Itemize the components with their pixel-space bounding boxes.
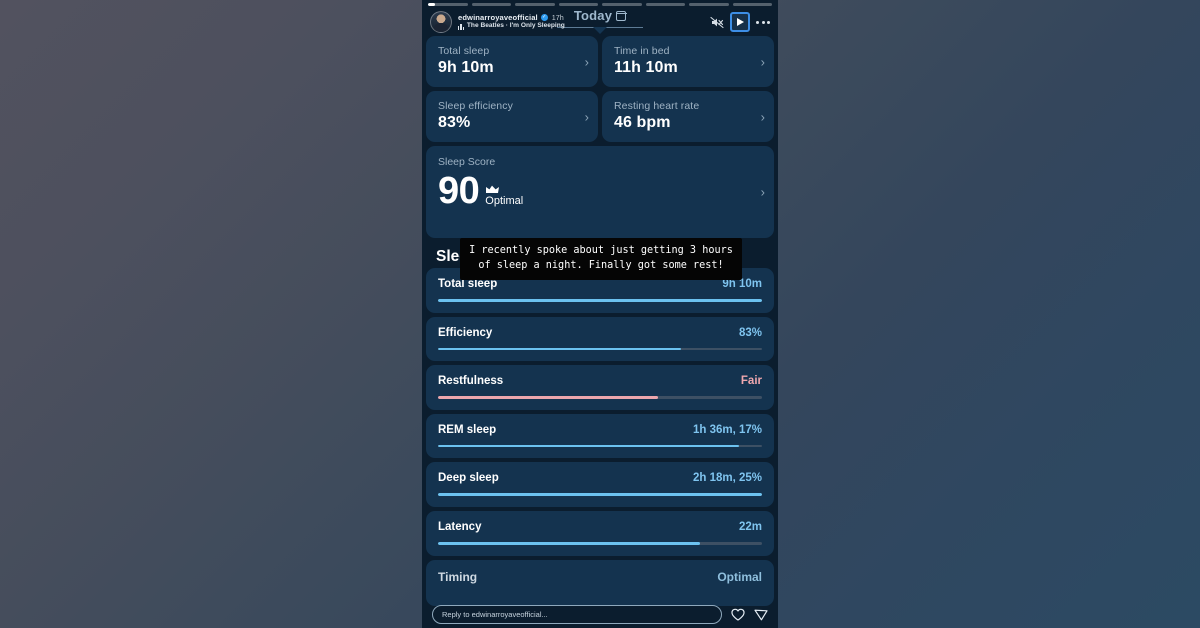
summary-card-value: 9h 10m (438, 59, 494, 76)
summary-card-value: 46 bpm (614, 114, 671, 131)
play-icon (737, 18, 745, 26)
metric-progress-bar (438, 396, 762, 399)
metric-progress-fill (438, 396, 659, 399)
more-options-icon[interactable] (756, 20, 770, 24)
metric-progress-fill (438, 299, 762, 302)
sleep-score-value: 90 (438, 170, 480, 212)
summary-card[interactable]: Sleep efficiency 83% › (426, 91, 598, 142)
summary-card-label: Sleep efficiency (438, 100, 513, 112)
story-progress-segment[interactable] (515, 3, 555, 6)
summary-card-row: Sleep efficiency 83% › Resting heart rate 46… (426, 91, 774, 142)
metric-row[interactable]: REM sleep 1h 36m, 17% (426, 413, 774, 459)
metric-progress-fill (438, 493, 762, 496)
metric-name: Total sleep (438, 278, 498, 290)
metric-value: 22m (738, 520, 762, 533)
chevron-right-icon: › (584, 109, 589, 124)
play-button[interactable] (730, 12, 750, 32)
reply-input[interactable]: Reply to edwinarroyaveofficial... (432, 605, 722, 624)
story-timestamp: 17h (551, 13, 564, 22)
metric-row[interactable]: Efficiency 83% (426, 316, 774, 362)
muted-speaker-icon[interactable] (710, 16, 724, 29)
metric-progress-fill (438, 541, 701, 545)
chevron-right-icon: › (760, 184, 765, 200)
heart-icon[interactable] (731, 608, 745, 621)
metric-progress-bar (438, 493, 762, 496)
timing-value: Optimal (717, 569, 762, 584)
metric-value: 2h 18m, 25% (692, 472, 762, 485)
send-icon[interactable] (754, 608, 768, 621)
summary-card-value: 11h 10m (614, 59, 678, 76)
metric-name: Deep sleep (438, 472, 499, 485)
summary-card-label: Time in bed (614, 45, 670, 57)
metric-row[interactable]: Deep sleep 2h 18m, 25% (426, 462, 774, 507)
metric-progress-bar (438, 541, 762, 545)
metric-value: 1h 36m, 17% (692, 423, 762, 436)
sleep-score-card[interactable]: Sleep Score 90 Optimal › (426, 146, 774, 238)
metric-name: Restfulness (438, 375, 504, 388)
story-progress-segment[interactable] (689, 3, 729, 6)
metric-list: Total sleep 9h 10m Efficiency 83% Restfulnes… (422, 268, 778, 556)
sleep-score-label: Sleep Score (438, 156, 496, 168)
summary-card[interactable]: Total sleep 9h 10m › (426, 36, 598, 87)
crown-icon (485, 185, 500, 194)
metric-progress-bar (438, 347, 762, 351)
verified-badge-icon: ✓ (540, 14, 548, 22)
summary-card-label: Resting heart rate (614, 100, 700, 112)
story-progress-segment[interactable] (645, 3, 685, 6)
instagram-story-viewer: edwinarroyaveofficial ✓ 17h The Beatles … (422, 0, 778, 628)
timing-label: Timing (438, 569, 478, 584)
screenshot-root: edwinarroyaveofficial ✓ 17h The Beatles … (0, 0, 1200, 628)
reply-placeholder: Reply to edwinarroyaveofficial... (442, 610, 548, 619)
metric-progress-fill (438, 347, 681, 351)
chevron-right-icon: › (760, 109, 765, 124)
metric-progress-fill (438, 444, 740, 448)
story-progress-segment[interactable] (602, 3, 642, 6)
metric-value: 83% (738, 326, 762, 339)
chevron-right-icon: › (584, 54, 589, 69)
reply-bar: Reply to edwinarroyaveofficial... (422, 605, 778, 624)
summary-card-row: Total sleep 9h 10m › Time in bed 11h 10m › (426, 36, 774, 87)
story-author-block: edwinarroyaveofficial ✓ 17h The Beatles … (458, 13, 565, 30)
metric-name: REM sleep (438, 423, 497, 436)
story-progress-segment[interactable] (471, 3, 511, 6)
story-controls (710, 12, 770, 32)
summary-card[interactable]: Resting heart rate 46 bpm › (602, 91, 774, 142)
chevron-right-icon: › (760, 54, 765, 69)
story-progress-bar[interactable] (428, 3, 772, 6)
summary-card-grid: Total sleep 9h 10m › Time in bed 11h 10m › Sle… (422, 36, 778, 142)
music-note-icon (458, 23, 464, 30)
metric-row[interactable]: Restfulness Fair (426, 365, 774, 410)
summary-card[interactable]: Time in bed 11h 10m › (602, 36, 774, 87)
metric-name: Efficiency (438, 326, 493, 339)
story-header: edwinarroyaveofficial ✓ 17h The Beatles … (422, 9, 778, 35)
metric-row[interactable]: Latency 22m (426, 510, 774, 556)
sleep-score-tag: Optimal (485, 194, 524, 207)
summary-card-label: Total sleep (438, 45, 490, 57)
username[interactable]: edwinarroyaveofficial (458, 13, 538, 22)
metric-value: 9h 10m (722, 278, 762, 290)
metric-name: Latency (438, 520, 482, 533)
metric-value: Fair (740, 375, 762, 388)
story-progress-segment[interactable] (558, 3, 598, 6)
story-progress-fill (428, 3, 436, 6)
summary-card-value: 83% (438, 114, 471, 131)
avatar[interactable] (430, 11, 452, 33)
story-progress-segment[interactable] (428, 3, 468, 6)
music-track-label: The Beatles · I'm Only Sleeping (466, 22, 565, 30)
sleep-report-content: Total sleep 9h 10m › Time in bed 11h 10m › Sle… (422, 0, 778, 628)
metric-progress-bar (438, 299, 762, 302)
story-caption: I recently spoke about just getting 3 ho… (460, 238, 742, 280)
story-progress-segment[interactable] (732, 3, 772, 6)
metric-progress-bar (438, 444, 762, 448)
timing-row[interactable]: Timing Optimal (426, 559, 774, 606)
